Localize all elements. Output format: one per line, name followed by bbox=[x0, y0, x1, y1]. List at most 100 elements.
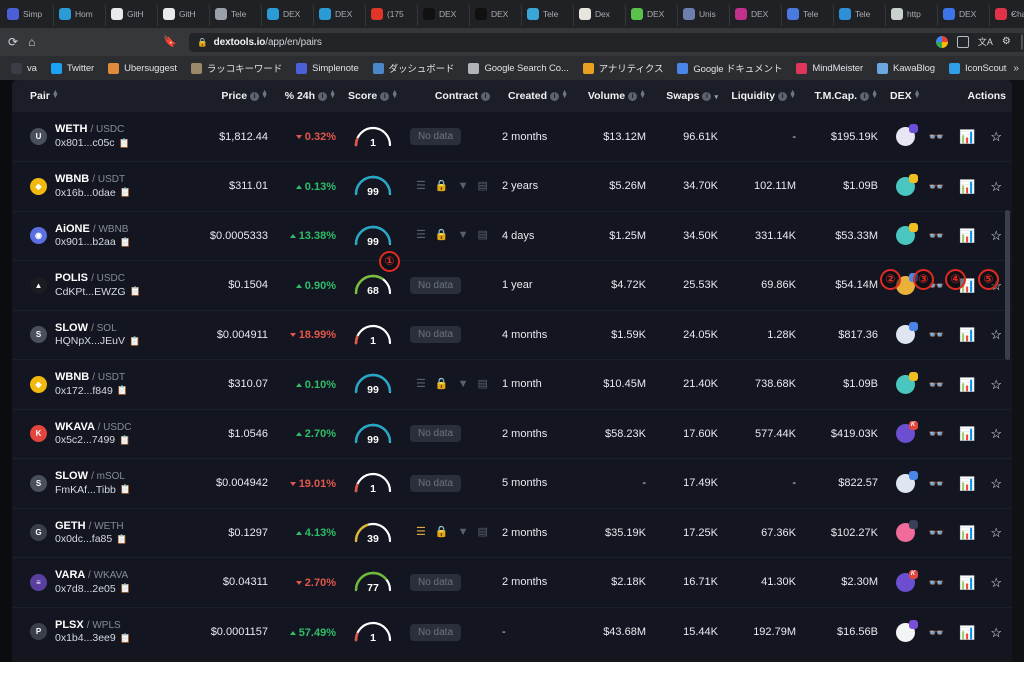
browser-tab[interactable]: Simp bbox=[2, 2, 54, 26]
binoculars-icon[interactable]: 👓 bbox=[928, 180, 944, 193]
bookmark-item[interactable]: MindMeister bbox=[789, 63, 870, 74]
column-header-pair[interactable]: Pair▲▼ bbox=[12, 80, 194, 112]
google-icon[interactable] bbox=[936, 36, 948, 48]
info-icon[interactable]: i bbox=[250, 92, 259, 101]
cell-dex[interactable]: K bbox=[884, 558, 926, 608]
browser-tab[interactable]: Tele bbox=[522, 2, 574, 26]
cell-pair[interactable]: ◆WBNB / USDT0x16b...0dae📋 bbox=[12, 162, 194, 212]
sort-arrows-icon[interactable]: ▲▼ bbox=[871, 91, 878, 99]
table-row[interactable]: KWKAVA / USDC0x5c2...7499📋$1.05462.70%99… bbox=[12, 409, 1012, 459]
sort-arrows-icon[interactable]: ▲▼ bbox=[52, 91, 59, 99]
browser-tab[interactable]: DEX bbox=[626, 2, 678, 26]
browser-tab[interactable]: Hom bbox=[54, 2, 106, 26]
browser-tab[interactable]: DEX bbox=[418, 2, 470, 26]
bookmark-item[interactable]: アナリティクス bbox=[576, 61, 671, 75]
lock-icon[interactable]: 🔒 bbox=[435, 181, 449, 192]
browser-tab[interactable]: (175 bbox=[366, 2, 418, 26]
binoculars-icon[interactable]: 👓 bbox=[928, 328, 944, 341]
sort-arrows-icon[interactable]: ▲▼ bbox=[639, 91, 646, 99]
dex-logo-icon[interactable] bbox=[896, 623, 915, 642]
info-icon[interactable]: i bbox=[702, 92, 711, 101]
favorite-star-icon[interactable]: ☆ bbox=[990, 626, 1002, 639]
distribution-icon[interactable]: ▼ bbox=[458, 379, 469, 390]
table-row[interactable]: ◆WBNB / USDT0x172...f849📋$310.070.10%99☰… bbox=[12, 360, 1012, 410]
column-header-dex[interactable]: DEX▲▼ bbox=[884, 80, 926, 112]
copy-icon[interactable]: 📋 bbox=[120, 633, 131, 644]
browser-tab[interactable]: http bbox=[886, 2, 938, 26]
info-icon[interactable]: i bbox=[778, 92, 787, 101]
chart-icon[interactable]: 📊 bbox=[959, 477, 975, 490]
binoculars-icon[interactable]: 👓 bbox=[928, 626, 944, 639]
bookmark-item[interactable]: Ubersuggest bbox=[101, 63, 184, 74]
favorite-star-icon[interactable]: ☆ bbox=[990, 427, 1002, 440]
chart-icon[interactable]: 📊 bbox=[959, 427, 975, 440]
column-header-created[interactable]: Createdi▲▼ bbox=[496, 80, 574, 112]
cell-pair[interactable]: ≡VARA / WKAVA0x7d8...2e05📋 bbox=[12, 558, 194, 608]
sort-arrows-icon[interactable]: ▲▼ bbox=[561, 91, 568, 99]
binoculars-icon[interactable]: 👓 bbox=[928, 378, 944, 391]
cell-pair[interactable]: ◉AiONE / WBNB0x901...b2aa📋 bbox=[12, 211, 194, 261]
sort-arrows-icon[interactable]: ▲▼ bbox=[261, 91, 268, 99]
copy-icon[interactable]: 📋 bbox=[119, 138, 130, 149]
table-row[interactable]: ▲POLIS / USDCCdKPt...EWZG📋$0.15040.90%68… bbox=[12, 261, 1012, 311]
chart-icon[interactable]: 📊 bbox=[959, 229, 975, 242]
table-row[interactable]: SSLOW / mSOLFmKAf...Tibb📋$0.00494219.01%… bbox=[12, 459, 1012, 509]
favorite-star-icon[interactable]: ☆ bbox=[990, 180, 1002, 193]
browser-tab[interactable]: GitH bbox=[158, 2, 210, 26]
table-row[interactable]: ◉AiONE / WBNB0x901...b2aa📋$0.000533313.3… bbox=[12, 211, 1012, 261]
address-bar[interactable]: 🔒 dextools.io/app/en/pairs 文A ⚙ | bbox=[189, 33, 1024, 52]
sort-arrows-icon[interactable]: ▲▼ bbox=[789, 91, 796, 99]
liquidity-layers-icon[interactable]: ☰ bbox=[416, 379, 426, 390]
dex-logo-icon[interactable] bbox=[896, 127, 915, 146]
column-header-liquidity[interactable]: Liquidityi▲▼ bbox=[724, 80, 802, 112]
column-header-score[interactable]: Scorei▲▼ bbox=[342, 80, 404, 112]
browser-tab[interactable]: DEX bbox=[470, 2, 522, 26]
favorite-star-icon[interactable]: ☆ bbox=[990, 130, 1002, 143]
cell-dex[interactable] bbox=[884, 162, 926, 212]
sort-arrows-icon[interactable]: ▲▼ bbox=[391, 91, 398, 99]
cell-pair[interactable]: SSLOW / mSOLFmKAf...Tibb📋 bbox=[12, 459, 194, 509]
copy-icon[interactable]: 📋 bbox=[117, 385, 128, 396]
favorite-star-icon[interactable]: ☆ bbox=[990, 576, 1002, 589]
home-icon[interactable]: ⌂ bbox=[28, 36, 35, 48]
bookmark-item[interactable]: Google ドキュメント bbox=[670, 61, 789, 75]
dex-logo-icon[interactable] bbox=[896, 177, 915, 196]
binoculars-icon[interactable]: 👓 bbox=[928, 229, 944, 242]
contract-card-icon[interactable]: ▤ bbox=[477, 181, 487, 192]
dex-logo-icon[interactable] bbox=[896, 523, 915, 542]
cell-pair[interactable]: ◆WBNB / USDT0x172...f849📋 bbox=[12, 360, 194, 410]
contract-card-icon[interactable]: ▤ bbox=[477, 230, 487, 241]
binoculars-icon[interactable]: 👓 bbox=[928, 526, 944, 539]
contract-card-icon[interactable]: ▤ bbox=[477, 379, 487, 390]
distribution-icon[interactable]: ▼ bbox=[458, 181, 469, 192]
table-row[interactable]: PPLSX / WPLS0x1b4...3ee9📋$0.000115757.49… bbox=[12, 607, 1012, 657]
contract-card-icon[interactable]: ▤ bbox=[477, 527, 487, 538]
bookmark-item[interactable]: Google Search Co... bbox=[461, 63, 575, 74]
sort-arrows-icon[interactable]: ▲▼ bbox=[914, 91, 921, 99]
copy-icon[interactable]: 📋 bbox=[120, 484, 131, 495]
binoculars-icon[interactable]: 👓 bbox=[928, 576, 944, 589]
bookmark-item[interactable]: Twitter bbox=[44, 63, 101, 74]
favorite-star-icon[interactable]: ☆ bbox=[990, 526, 1002, 539]
cell-dex[interactable] bbox=[884, 360, 926, 410]
copy-icon[interactable]: 📋 bbox=[130, 286, 141, 297]
browser-tab[interactable]: GitH bbox=[106, 2, 158, 26]
table-row[interactable]: UWETH / USDC0x801...c05c📋$1,812.440.32%1… bbox=[12, 112, 1012, 162]
bookmarks-overflow-icon[interactable]: » bbox=[1013, 63, 1024, 74]
binoculars-icon[interactable]: 👓 bbox=[928, 130, 944, 143]
info-icon[interactable]: i bbox=[318, 92, 327, 101]
favorite-star-icon[interactable]: ☆ bbox=[990, 378, 1002, 391]
cell-pair[interactable]: KWKAVA / USDC0x5c2...7499📋 bbox=[12, 409, 194, 459]
dex-logo-icon[interactable] bbox=[896, 474, 915, 493]
liquidity-layers-icon[interactable]: ☰ bbox=[416, 527, 426, 538]
favorite-star-icon[interactable]: ☆ bbox=[990, 328, 1002, 341]
cell-pair[interactable]: UWETH / USDC0x801...c05c📋 bbox=[12, 112, 194, 162]
dex-logo-icon[interactable]: K bbox=[896, 424, 915, 443]
dex-logo-icon[interactable] bbox=[896, 226, 915, 245]
cell-dex[interactable] bbox=[884, 310, 926, 360]
copy-icon[interactable]: 📋 bbox=[116, 534, 127, 545]
info-icon[interactable]: i bbox=[550, 92, 559, 101]
binoculars-icon[interactable]: 👓 bbox=[928, 477, 944, 490]
browser-tab[interactable]: DEX bbox=[314, 2, 366, 26]
bookmark-item[interactable]: IconScout bbox=[942, 63, 1013, 74]
